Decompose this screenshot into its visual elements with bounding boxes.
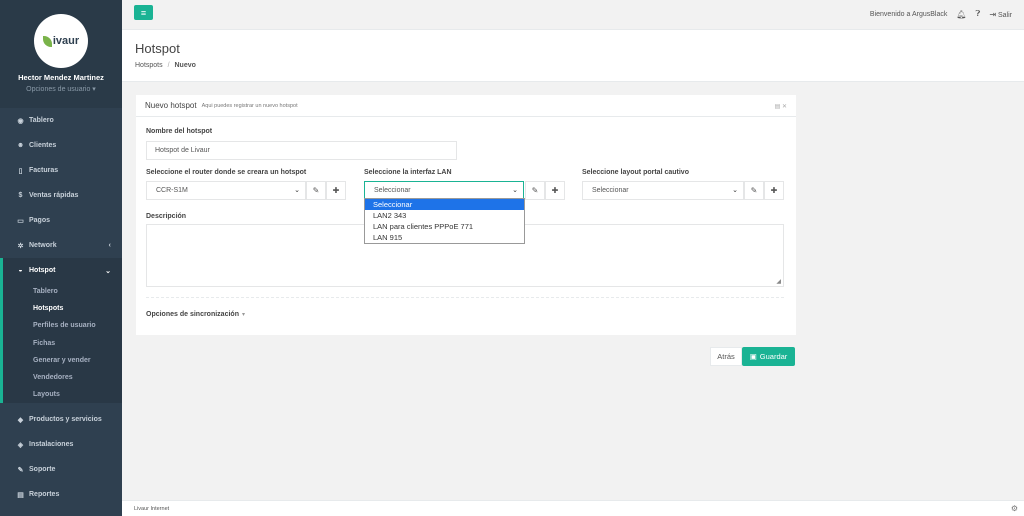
network-icon: ✲ <box>17 242 24 250</box>
add-lan-button[interactable]: ✚ <box>545 181 565 200</box>
welcome-text: Bienvenido a ArgusBlack <box>869 10 948 18</box>
save-button[interactable]: ▣ Guardar <box>742 347 795 366</box>
sidebar: ivaur Hector Mendez Martinez Opciones de… <box>0 0 122 516</box>
dollar-icon: $ <box>18 192 23 199</box>
minimize-icon[interactable]: ▤ <box>775 104 781 110</box>
breadcrumb: Hotspots / Nuevo <box>135 62 196 69</box>
edit-layout-button[interactable]: ✎ <box>744 181 764 200</box>
page-heading: Hotspot Hotspots / Nuevo <box>122 30 1024 82</box>
add-router-button[interactable]: ✚ <box>326 181 346 200</box>
layout-label: Seleccione layout portal cautivo <box>582 169 689 176</box>
router-select[interactable]: CCR-S1M ⌄ <box>146 181 306 200</box>
topbar-right: Bienvenido a ArgusBlack 🔔︎ ❓︎ ⇥ Salir <box>870 9 1012 19</box>
lan-dropdown-list: Seleccionar LAN2 343 LAN para clientes P… <box>364 198 525 244</box>
submenu-item-tablero[interactable]: Tablero <box>3 283 122 300</box>
sync-options-toggle[interactable]: Opciones de sincronización ▾ <box>146 311 245 318</box>
breadcrumb-hotspots[interactable]: Hotspots <box>135 62 163 69</box>
edit-lan-button[interactable]: ✎ <box>525 181 545 200</box>
chevron-down-icon: ⌄ <box>105 267 111 275</box>
panel-subtitle: Aqui puedes registrar un nuevo hotspot <box>201 102 298 109</box>
submenu-item-hotspots[interactable]: Hotspots <box>3 300 122 317</box>
edit-router-button[interactable]: ✎ <box>306 181 326 200</box>
profile-section: ivaur Hector Mendez Martinez Opciones de… <box>0 0 122 108</box>
submenu-item-vendedores[interactable]: Vendedores <box>3 369 122 386</box>
book-icon: ▤ <box>17 491 24 499</box>
lan-option[interactable]: LAN2 343 <box>365 210 524 221</box>
breadcrumb-current: Nuevo <box>174 62 196 69</box>
edit-icon: ✎ <box>750 186 758 195</box>
plus-icon: ✚ <box>332 186 340 195</box>
topbar: ≡ Bienvenido a ArgusBlack 🔔︎ ❓︎ ⇥ Salir <box>122 0 1024 30</box>
footer: Livaur Internet ⚙ <box>122 500 1024 516</box>
divider <box>146 297 784 298</box>
sidebar-item-soporte[interactable]: ✎ Soporte <box>0 457 122 482</box>
close-icon[interactable]: ✕ <box>782 104 787 110</box>
lan-option[interactable]: LAN para clientes PPPoE 771 <box>365 221 524 232</box>
bell-icon[interactable]: 🔔︎ <box>956 10 966 19</box>
sidebar-nav: ◉ Tablero ☻ Clientes ▯ Facturas $ Ventas ráp… <box>0 108 122 507</box>
lan-option[interactable]: LAN 915 <box>365 232 524 243</box>
sidebar-item-reportes[interactable]: ▤ Reportes <box>0 482 122 507</box>
chevron-down-icon: ⌄ <box>512 187 518 194</box>
wrench-icon: ✎ <box>17 466 24 474</box>
sidebar-item-productos[interactable]: ◆ Productos y servicios <box>0 407 122 432</box>
submenu-item-fichas[interactable]: Fichas <box>3 335 122 352</box>
sidebar-item-hotspot[interactable]: ◒ Hotspot ⌄ <box>0 258 122 283</box>
save-icon: ▣ <box>749 352 757 361</box>
user-name: Hector Mendez Martinez <box>18 73 104 82</box>
wifi-icon: ◒ <box>18 267 23 274</box>
resize-handle-icon[interactable]: ◢ <box>776 278 781 285</box>
sidebar-item-tablero[interactable]: ◉ Tablero <box>0 108 122 133</box>
panel-tools: ▤ ✕ <box>775 103 787 110</box>
plus-icon: ✚ <box>770 186 778 195</box>
tag-icon: ◆ <box>17 416 24 424</box>
file-icon: ▯ <box>18 167 23 175</box>
lan-option[interactable]: Seleccionar <box>365 199 524 210</box>
users-icon: ☻ <box>16 142 25 149</box>
hotspot-name-input[interactable]: Hotspot de Livaur <box>146 141 457 160</box>
chevron-left-icon: ‹ <box>108 242 111 249</box>
sidebar-item-pagos[interactable]: ▭ Pagos <box>0 208 122 233</box>
description-label: Descripción <box>146 213 187 220</box>
plug-icon: ◈ <box>17 441 24 449</box>
caret-down-icon: ▾ <box>241 312 245 318</box>
name-label: Nombre del hotspot <box>146 128 213 135</box>
main-content: Nuevo hotspot Aqui puedes registrar un n… <box>122 82 932 500</box>
dashboard-icon: ◉ <box>17 117 24 125</box>
edit-icon: ✎ <box>531 186 539 195</box>
logout-link[interactable]: ⇥ Salir <box>989 10 1012 19</box>
money-icon: ▭ <box>17 217 24 225</box>
submenu-item-perfiles[interactable]: Perfiles de usuario <box>3 317 122 334</box>
chevron-down-icon: ⌄ <box>732 187 738 194</box>
sidebar-item-ventas-rapidas[interactable]: $ Ventas rápidas <box>0 183 122 208</box>
sidebar-item-facturas[interactable]: ▯ Facturas <box>0 158 122 183</box>
submenu-item-generar[interactable]: Generar y vender <box>3 352 122 369</box>
user-options-menu[interactable]: Opciones de usuario ▾ <box>0 85 122 93</box>
back-button[interactable]: Atrás <box>710 347 742 366</box>
help-icon[interactable]: ❓︎ <box>976 9 981 19</box>
sidebar-item-network[interactable]: ✲ Network ‹ <box>0 233 122 258</box>
hotspot-submenu: Tablero Hotspots Perfiles de usuario Fic… <box>0 283 122 404</box>
panel-title: Nuevo hotspot <box>145 101 197 110</box>
menu-toggle-button[interactable]: ≡ <box>134 5 153 20</box>
page-title: Hotspot <box>135 41 180 56</box>
sidebar-item-clientes[interactable]: ☻ Clientes <box>0 133 122 158</box>
sidebar-item-instalaciones[interactable]: ◈ Instalaciones <box>0 432 122 457</box>
settings-icon[interactable]: ⚙ <box>1011 504 1018 513</box>
leaf-icon <box>42 35 52 47</box>
plus-icon: ✚ <box>551 186 559 195</box>
logout-icon: ⇥ <box>989 9 997 19</box>
panel-header: Nuevo hotspot Aqui puedes registrar un n… <box>136 95 796 117</box>
footer-text: Livaur Internet <box>134 506 170 512</box>
lan-label: Seleccione la interfaz LAN <box>364 169 452 176</box>
router-label: Seleccione el router donde se creara un … <box>146 169 307 176</box>
brand-logo: ivaur <box>34 14 88 68</box>
chevron-down-icon: ⌄ <box>294 187 300 194</box>
hamburger-icon: ≡ <box>140 7 147 18</box>
edit-icon: ✎ <box>312 186 320 195</box>
layout-select[interactable]: Seleccionar ⌄ <box>582 181 744 200</box>
submenu-item-layouts[interactable]: Layouts <box>3 386 122 403</box>
add-layout-button[interactable]: ✚ <box>764 181 784 200</box>
